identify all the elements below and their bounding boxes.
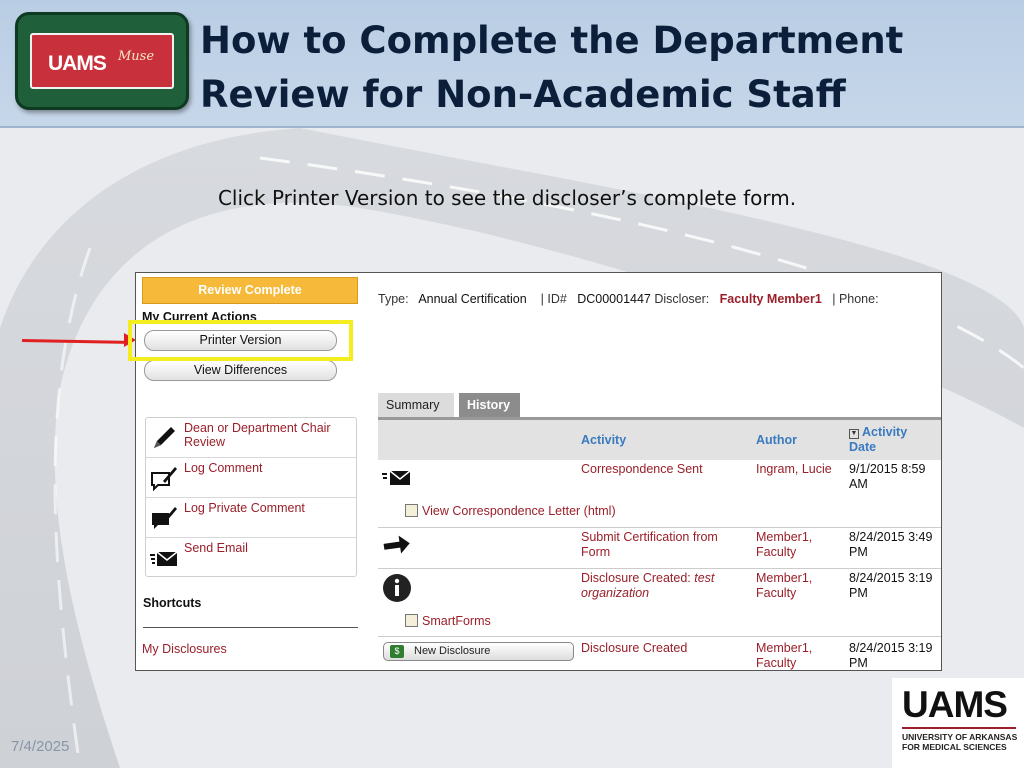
uams-muse-logo: UAMS Muse — [15, 12, 189, 110]
action-send-email[interactable]: Send Email — [146, 538, 356, 578]
action-dean-review[interactable]: Dean or Department Chair Review — [146, 418, 356, 458]
history-row: Disclosure Created: test organization Me… — [378, 569, 941, 637]
column-activity[interactable]: Activity — [581, 433, 626, 447]
date-cell: 8/24/2015 3:19 PM — [849, 641, 933, 670]
date-cell: 9/1/2015 8:59 AM — [849, 462, 926, 491]
footer-logo-text: UAMS — [902, 684, 1008, 725]
instruction-text: Click Printer Version to see the disclos… — [217, 186, 797, 210]
sublink-label: SmartForms — [422, 614, 491, 628]
discloser-value[interactable]: Faculty Member1 — [720, 292, 822, 306]
document-icon — [405, 504, 418, 517]
action-log-comment[interactable]: Log Comment — [146, 458, 356, 498]
title-line-2: Review for Non-Academic Staff — [200, 73, 846, 116]
history-row: $ New Disclosure Disclosure Created Memb… — [378, 637, 941, 670]
column-date-line2: Date — [849, 440, 877, 454]
new-disclosure-label: New Disclosure — [414, 645, 491, 657]
history-table-header: Activity Author ▼ Activity Date — [378, 420, 941, 460]
uams-footer-logo: UAMS UNIVERSITY OF ARKANSAS FOR MEDICAL … — [892, 678, 1024, 768]
action-label: Dean or Department Chair Review — [184, 421, 331, 449]
detail-tabs: Summary History — [378, 393, 941, 420]
column-activity-date[interactable]: ▼ Activity Date — [849, 425, 907, 455]
disclosure-meta: Type: Annual Certification | ID# DC00001… — [378, 292, 879, 306]
printer-version-highlight — [128, 320, 353, 361]
author-cell: Ingram, Lucie — [756, 462, 832, 476]
slide-title: How to Complete the Department Review fo… — [200, 14, 1000, 122]
activity-plain: Disclosure Created: — [581, 571, 695, 585]
pencil-icon — [149, 423, 179, 453]
new-disclosure-button[interactable]: $ New Disclosure — [383, 642, 574, 661]
date-cell: 8/24/2015 3:49 PM — [849, 530, 933, 559]
activity-cell[interactable]: Disclosure Created: test organization — [581, 571, 741, 601]
author-cell: Member1, Faculty — [756, 571, 813, 600]
action-label: Log Comment — [184, 461, 263, 475]
phone-label: | Phone: — [832, 292, 879, 306]
logo-plate: UAMS Muse — [30, 33, 174, 89]
discloser-label: Discloser: — [654, 292, 710, 306]
view-correspondence-link[interactable]: View Correspondence Letter (html) — [405, 504, 616, 518]
action-label: Log Private Comment — [184, 501, 305, 515]
info-icon — [382, 573, 412, 606]
envelope-icon — [382, 468, 412, 491]
footer-logo-rule — [902, 727, 1016, 729]
logo-script: Muse — [118, 49, 155, 64]
type-value: Annual Certification — [418, 292, 527, 306]
comment-icon — [149, 463, 179, 493]
activity-cell[interactable]: Disclosure Created — [581, 641, 741, 656]
column-author[interactable]: Author — [756, 433, 797, 447]
shortcuts-divider — [143, 627, 358, 628]
activity-cell[interactable]: Submit Certification from Form — [581, 530, 741, 560]
action-label: Send Email — [184, 541, 248, 555]
footer-sub-line1: UNIVERSITY OF ARKANSAS — [902, 732, 1018, 742]
sort-icon: ▼ — [849, 429, 859, 439]
title-line-1: How to Complete the Department — [200, 19, 904, 62]
history-row: Correspondence Sent Ingram, Lucie 9/1/20… — [378, 460, 941, 528]
footer-sub-line2: FOR MEDICAL SCIENCES — [902, 742, 1007, 752]
logo-text: UAMS — [48, 52, 107, 75]
author-cell: Member1, Faculty — [756, 641, 813, 670]
dollar-icon: $ — [390, 645, 404, 658]
id-label: | ID# — [540, 292, 567, 306]
slide-header: UAMS Muse How to Complete the Department… — [0, 0, 1024, 128]
view-differences-button[interactable]: View Differences — [144, 360, 337, 381]
tab-summary[interactable]: Summary — [378, 393, 454, 417]
type-label: Type: — [378, 292, 409, 306]
slide-date: 7/4/2025 — [11, 738, 70, 755]
author-cell: Member1, Faculty — [756, 530, 813, 559]
private-comment-icon — [149, 503, 179, 533]
actions-list: Dean or Department Chair Review Log Comm… — [145, 417, 357, 577]
column-date-line1: Activity — [862, 425, 908, 439]
arrow-right-icon — [382, 534, 412, 561]
id-value: DC00001447 — [577, 292, 651, 306]
tab-history[interactable]: History — [459, 393, 520, 417]
review-complete-button[interactable]: Review Complete — [142, 277, 358, 304]
sublink-label: View Correspondence Letter (html) — [422, 504, 616, 518]
history-row: Submit Certification from Form Member1, … — [378, 528, 941, 569]
email-icon — [149, 543, 179, 573]
action-log-private-comment[interactable]: Log Private Comment — [146, 498, 356, 538]
smartforms-link[interactable]: SmartForms — [405, 614, 491, 628]
document-icon — [405, 614, 418, 627]
footer-logo-subtitle: UNIVERSITY OF ARKANSAS FOR MEDICAL SCIEN… — [902, 732, 1022, 752]
activity-cell[interactable]: Correspondence Sent — [581, 462, 741, 477]
date-cell: 8/24/2015 3:19 PM — [849, 571, 933, 600]
shortcuts-heading: Shortcuts — [143, 596, 202, 610]
my-disclosures-link[interactable]: My Disclosures — [142, 642, 227, 656]
